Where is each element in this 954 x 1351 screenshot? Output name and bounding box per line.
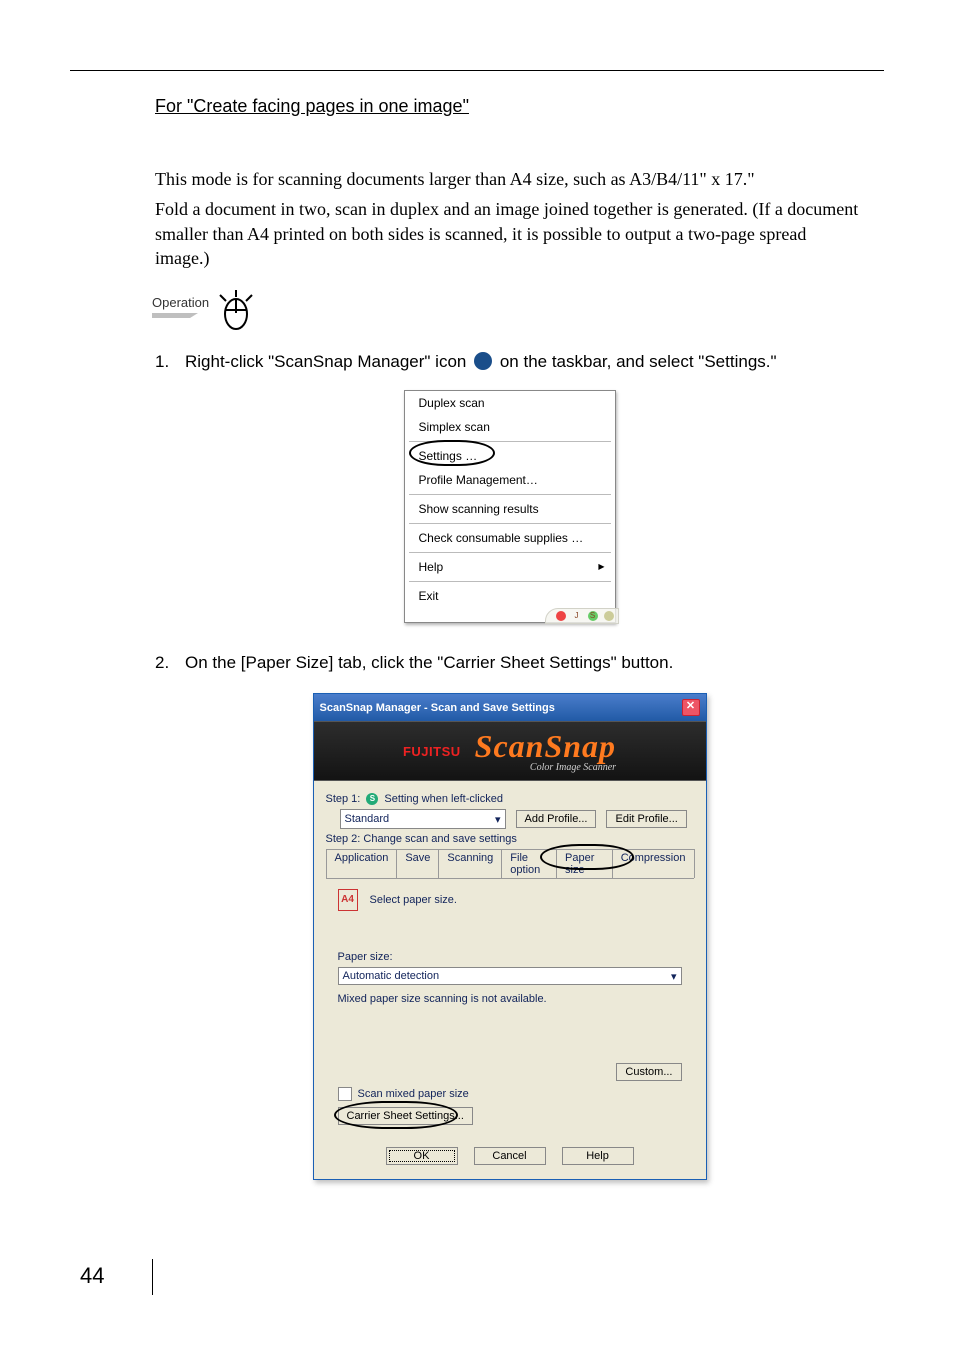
system-tray-area: J S: [545, 608, 619, 624]
scansnap-logo: ScanSnap Color Image Scanner: [475, 730, 616, 773]
tray-icon[interactable]: [556, 611, 566, 621]
close-button[interactable]: ✕: [682, 699, 700, 716]
fujitsu-logo: FUJITSU: [403, 744, 461, 759]
ok-button[interactable]: OK: [386, 1147, 458, 1165]
paragraph: This mode is for scanning documents larg…: [155, 167, 864, 191]
tab-paper-size[interactable]: Paper size: [556, 849, 613, 878]
carrier-sheet-settings-button[interactable]: Carrier Sheet Settings...: [338, 1107, 473, 1125]
profile-dropdown[interactable]: Standard ▾: [340, 809, 506, 829]
step2-label: Step 2: Change scan and save settings: [326, 833, 694, 845]
step-text: Right-click "ScanSnap Manager" icon on t…: [185, 352, 864, 372]
operation-label: Operation: [152, 295, 209, 310]
a4-icon: A4: [338, 889, 358, 911]
tray-scansnap-icon[interactable]: S: [588, 611, 598, 621]
scan-mixed-checkbox[interactable]: [338, 1087, 352, 1101]
step1-label: Step 1:: [326, 793, 361, 805]
menu-separator: [409, 494, 611, 495]
tab-save[interactable]: Save: [396, 849, 439, 878]
menu-separator: [409, 581, 611, 582]
scan-save-settings-dialog: ScanSnap Manager - Scan and Save Setting…: [313, 693, 707, 1180]
step-text: On the [Paper Size] tab, click the "Carr…: [185, 653, 864, 673]
step1-post: on the taskbar, and select "Settings.": [500, 352, 777, 371]
context-menu: Duplex scan Simplex scan Settings … Prof…: [404, 390, 616, 623]
paragraph: Fold a document in two, scan in duplex a…: [155, 197, 864, 270]
paper-size-dropdown[interactable]: Automatic detection ▾: [338, 967, 682, 985]
scansnap-manager-tray-icon: [474, 352, 492, 370]
content-column: For "Create facing pages in one image" T…: [70, 96, 884, 1180]
profile-row: Standard ▾ Add Profile... Edit Profile..…: [326, 809, 694, 829]
paper-size-label: Paper size:: [338, 951, 682, 963]
menu-separator: [409, 441, 611, 442]
step-2: 2. On the [Paper Size] tab, click the "C…: [155, 653, 864, 673]
paper-size-value: Automatic detection: [343, 970, 440, 982]
menu-item-help[interactable]: Help: [405, 555, 615, 579]
tray-icon[interactable]: [604, 611, 614, 621]
menu-item-duplex-scan[interactable]: Duplex scan: [405, 391, 615, 415]
dialog-button-row: OK Cancel Help: [326, 1137, 694, 1179]
menu-item-settings[interactable]: Settings …: [405, 444, 615, 468]
dialog-body: Step 1: S Setting when left-clicked Stan…: [314, 781, 706, 1179]
operation-underline-arrow: [152, 313, 198, 323]
profile-value: Standard: [345, 813, 390, 825]
help-button[interactable]: Help: [562, 1147, 634, 1165]
menu-item-exit[interactable]: Exit: [405, 584, 615, 608]
dialog-titlebar: ScanSnap Manager - Scan and Save Setting…: [314, 694, 706, 721]
tray-icon[interactable]: J: [572, 611, 582, 621]
menu-item-show-scanning-results[interactable]: Show scanning results: [405, 497, 615, 521]
step-number: 2.: [155, 653, 185, 673]
menu-item-simplex-scan[interactable]: Simplex scan: [405, 415, 615, 439]
edit-profile-button[interactable]: Edit Profile...: [606, 810, 686, 828]
page-number: 44: [80, 1263, 104, 1289]
tab-application[interactable]: Application: [326, 849, 398, 878]
tab-compression[interactable]: Compression: [612, 849, 695, 878]
tab-file-option[interactable]: File option: [501, 849, 557, 878]
brand-banner: FUJITSU ScanSnap Color Image Scanner: [314, 721, 706, 781]
dropdown-arrow-icon: ▾: [495, 813, 501, 826]
scan-mixed-label: Scan mixed paper size: [358, 1088, 469, 1100]
document-page: For "Create facing pages in one image" T…: [0, 0, 954, 1351]
scansnap-wordmark: ScanSnap: [475, 730, 616, 762]
section-heading: For "Create facing pages in one image": [155, 96, 864, 117]
custom-button[interactable]: Custom...: [616, 1063, 681, 1081]
step-number: 1.: [155, 352, 185, 372]
lower-controls: Custom... Scan mixed paper size Carrier …: [338, 1063, 682, 1125]
mouse-click-icon: [213, 288, 259, 334]
step1-row: Step 1: S Setting when left-clicked: [326, 793, 694, 805]
paper-size-panel: A4 Select paper size. Paper size: Automa…: [326, 879, 694, 1137]
menu-separator: [409, 523, 611, 524]
scan-mixed-row: Scan mixed paper size: [338, 1087, 682, 1101]
step1-pre: Right-click "ScanSnap Manager" icon: [185, 352, 466, 371]
page-number-separator: [152, 1259, 153, 1295]
header-rule: [70, 70, 884, 71]
mixed-note: Mixed paper size scanning is not availab…: [338, 993, 682, 1005]
step-1: 1. Right-click "ScanSnap Manager" icon o…: [155, 352, 864, 372]
menu-item-settings-label: Settings …: [419, 449, 478, 463]
step1-text: Setting when left-clicked: [384, 793, 503, 805]
select-paper-label: Select paper size.: [370, 894, 457, 906]
menu-separator: [409, 552, 611, 553]
tabs-row: Application Save Scanning File option Pa…: [326, 849, 694, 879]
cancel-button[interactable]: Cancel: [474, 1147, 546, 1165]
menu-item-profile-management[interactable]: Profile Management…: [405, 468, 615, 492]
add-profile-button[interactable]: Add Profile...: [516, 810, 597, 828]
tab-scanning[interactable]: Scanning: [438, 849, 502, 878]
menu-item-check-consumable-supplies[interactable]: Check consumable supplies …: [405, 526, 615, 550]
select-paper-row: A4 Select paper size.: [338, 889, 682, 911]
operation-badge: Operation: [152, 288, 864, 334]
s-icon: S: [366, 793, 378, 805]
dropdown-arrow-icon: ▾: [671, 970, 677, 983]
dialog-title-text: ScanSnap Manager - Scan and Save Setting…: [320, 702, 555, 714]
